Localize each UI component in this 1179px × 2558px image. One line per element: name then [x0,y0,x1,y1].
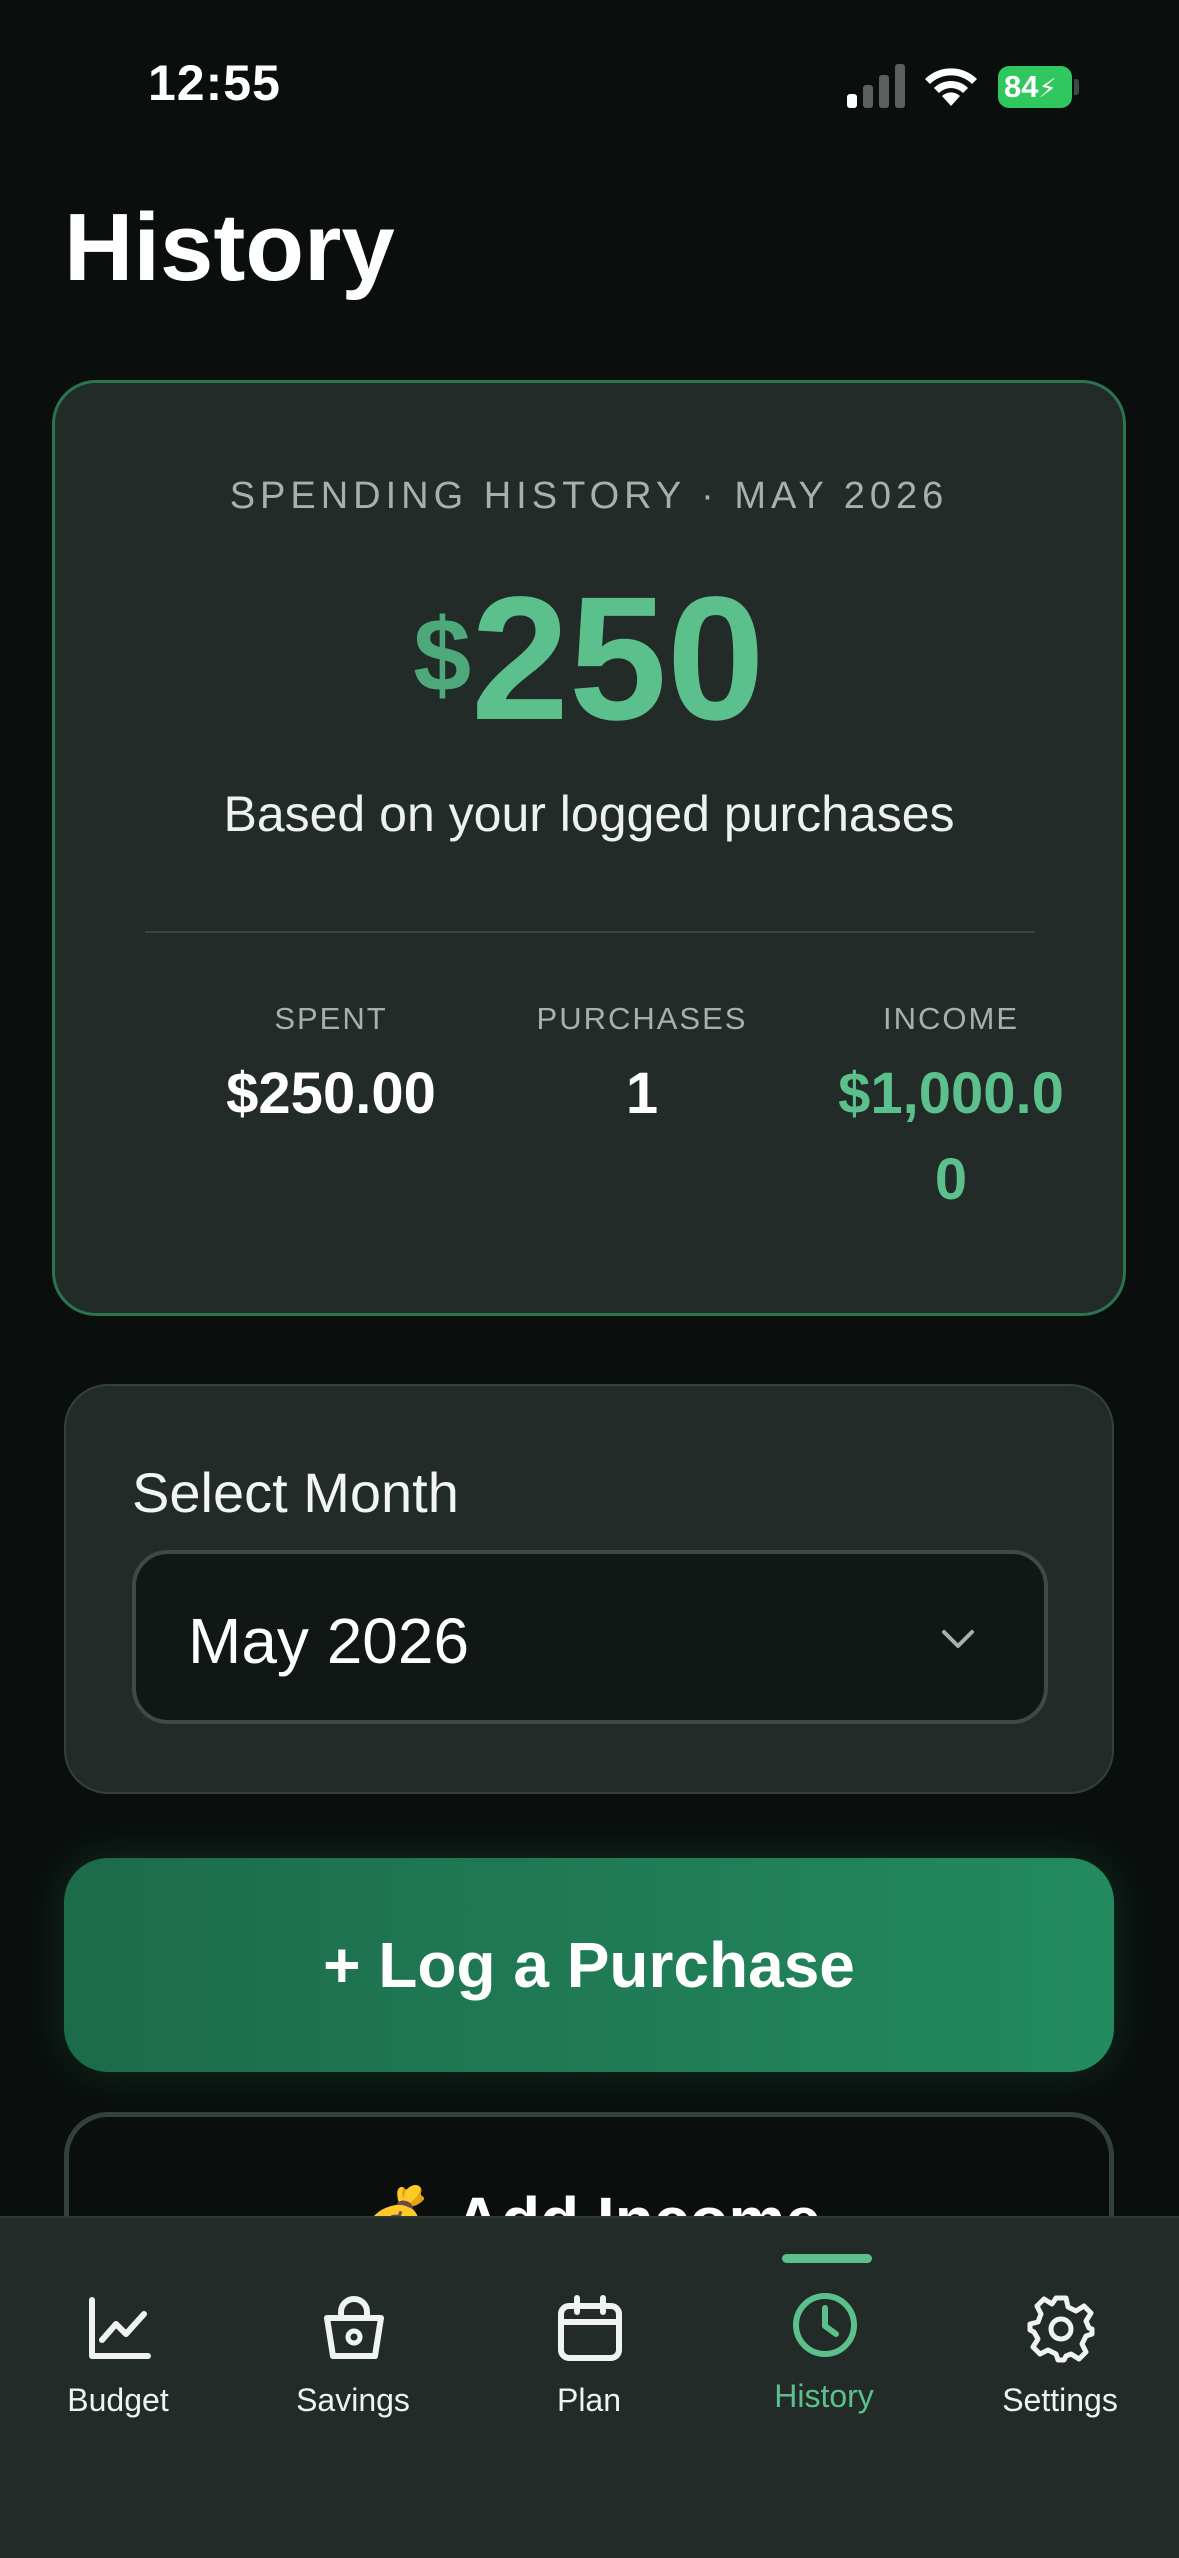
month-selector-label: Select Month [132,1461,459,1524]
stat-spent: SPENT $250.00 [181,1001,481,1137]
tab-savings[interactable]: Savings [235,2218,471,2438]
stat-income-label: INCOME [883,1001,1019,1036]
status-bar: 12:55 84⚡ [0,0,1179,170]
tab-settings-label: Settings [1002,2382,1118,2418]
month-selector-card: Select Month May 2026 [64,1384,1114,1794]
tab-budget[interactable]: Budget [0,2218,236,2438]
summary-currency: $ [413,598,472,714]
clock-icon [793,2293,857,2357]
month-select-dropdown[interactable]: May 2026 [132,1550,1048,1724]
month-select-value: May 2026 [188,1605,470,1677]
tab-history-label: History [774,2378,874,2414]
gear-icon [1027,2295,1095,2363]
summary-amount: $250 [55,561,1123,810]
page-title: History [64,194,395,301]
battery-icon: 84⚡ [998,66,1079,108]
stat-purchases-value: 1 [625,1061,659,1126]
battery-level: 84 [1004,69,1039,104]
shopping-bag-icon [324,2296,384,2359]
bottom-tab-bar: Budget Savings Plan History Settings [0,2216,1179,2558]
stat-spent-value: $250.00 [226,1061,436,1126]
spending-summary-card: SPENDING HISTORY · MAY 2026 $250 Based o… [52,380,1126,1316]
chevron-down-icon [942,1630,974,1648]
stat-purchases-label: PURCHASES [536,1001,748,1036]
tab-savings-label: Savings [296,2382,410,2418]
tab-plan-label: Plan [556,2382,622,2418]
cellular-signal-icon [847,64,905,108]
tab-history[interactable]: History [706,2218,942,2438]
summary-divider [145,931,1035,933]
status-time: 12:55 [148,55,281,111]
stat-spent-label: SPENT [274,1001,388,1036]
summary-eyebrow: SPENDING HISTORY · MAY 2026 [229,475,949,517]
chart-icon [89,2297,151,2359]
summary-caption: Based on your logged purchases [223,786,955,842]
stat-income-value: $1,000.00 [838,1061,1064,1212]
wifi-icon [925,68,977,106]
stat-income: INCOME $1,000.00 [801,1001,1101,1223]
tab-plan[interactable]: Plan [471,2218,707,2438]
calendar-icon [558,2295,622,2361]
log-purchase-button[interactable]: + Log a Purchase [64,1858,1114,2072]
stat-purchases: PURCHASES 1 [492,1001,792,1137]
tab-settings[interactable]: Settings [942,2218,1178,2438]
tab-budget-label: Budget [67,2382,169,2418]
summary-amount-value: 250 [471,561,765,757]
